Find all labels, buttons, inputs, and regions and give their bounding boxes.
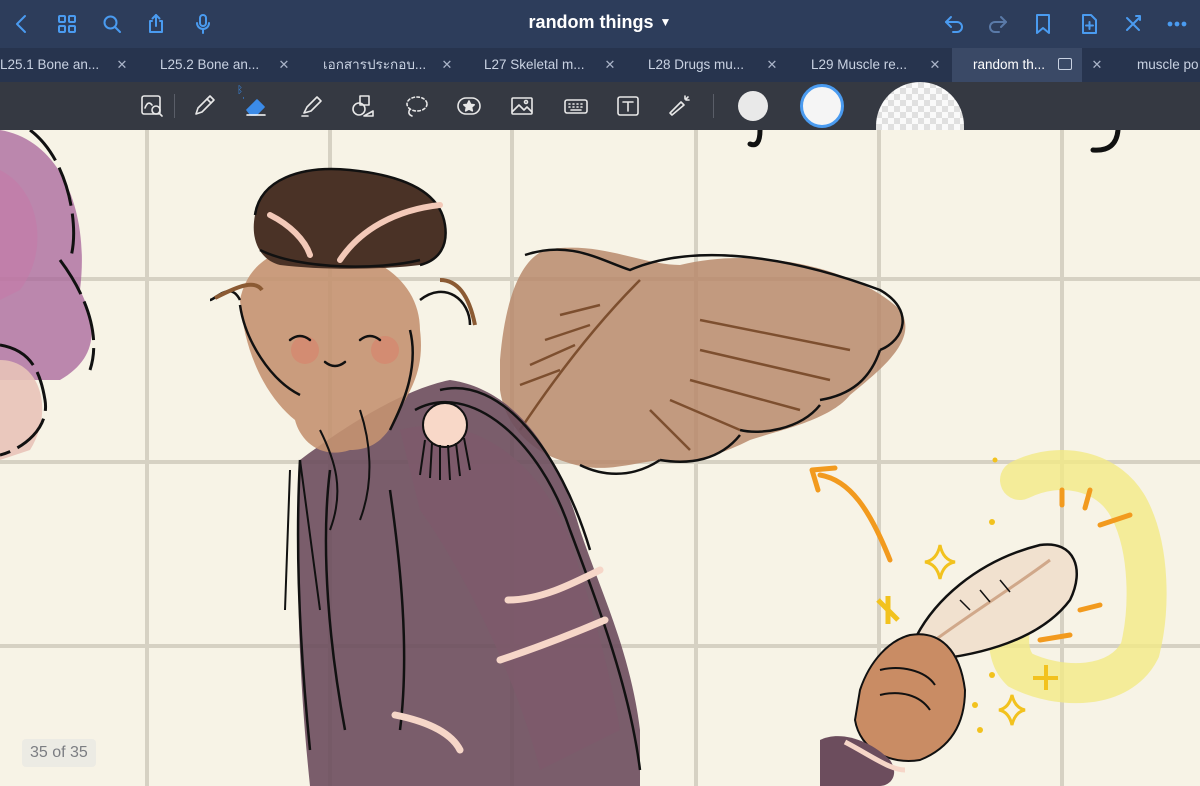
toolbar-divider: [713, 94, 714, 118]
lasso-icon[interactable]: [401, 91, 431, 121]
size-option-medium[interactable]: [800, 84, 844, 128]
highlighter-icon[interactable]: [296, 91, 326, 121]
toolbar-divider: [174, 94, 175, 118]
keyboard-icon[interactable]: [561, 91, 591, 121]
tab-label: L25.2 Bone an...: [160, 57, 260, 72]
tab-label: L25.1 Bone an...: [0, 57, 100, 72]
lasso-zoom-icon[interactable]: [137, 91, 167, 121]
more-icon[interactable]: [1163, 10, 1191, 38]
tab-label: L29 Muscle re...: [811, 57, 908, 72]
tab-l28[interactable]: L28 Drugs mu...: [648, 48, 758, 82]
split-view-icon[interactable]: [1058, 58, 1072, 70]
tab-l27[interactable]: L27 Skeletal m...: [484, 48, 594, 82]
drawing-toolbar: ᛒ: [0, 82, 1200, 130]
close-icon[interactable]: ✕: [440, 48, 454, 82]
tab-random-things[interactable]: random th...: [952, 48, 1082, 82]
tab-l29[interactable]: L29 Muscle re...: [811, 48, 921, 82]
tab-thai-document[interactable]: เอกสารประกอบ...: [323, 48, 433, 82]
tab-bar: L25.1 Bone an... ✕ L25.2 Bone an... ✕ เอ…: [0, 48, 1200, 82]
close-icon[interactable]: ✕: [115, 48, 129, 82]
tab-l25-2[interactable]: L25.2 Bone an...: [160, 48, 270, 82]
sticker-icon[interactable]: [454, 91, 484, 121]
close-tool-icon[interactable]: [1119, 10, 1147, 38]
document-title[interactable]: random things ▼: [0, 12, 1200, 33]
sketch-drawing: [0, 130, 1200, 786]
hand: [820, 633, 967, 786]
page-counter: 35 of 35: [22, 739, 96, 767]
wing: [500, 247, 906, 475]
chevron-down-icon[interactable]: ▼: [660, 15, 672, 29]
tab-l25-1[interactable]: L25.1 Bone an...: [0, 48, 100, 82]
close-icon[interactable]: ✕: [1090, 48, 1104, 82]
drawing-canvas[interactable]: [0, 130, 1200, 786]
bluetooth-icon: ᛒ: [237, 85, 243, 96]
tab-label: L27 Skeletal m...: [484, 57, 585, 72]
undo-icon[interactable]: [940, 10, 968, 38]
text-icon[interactable]: [613, 91, 643, 121]
tab-muscle-po[interactable]: muscle po: [1137, 48, 1200, 82]
add-page-icon[interactable]: [1075, 10, 1103, 38]
pen-icon[interactable]: [189, 91, 219, 121]
size-option-small[interactable]: [738, 91, 768, 121]
bookmark-icon[interactable]: [1029, 10, 1057, 38]
size-option-large[interactable]: [876, 82, 964, 130]
eraser-icon[interactable]: ᛒ: [237, 85, 271, 121]
tab-label: random th...: [973, 57, 1046, 72]
top-bar: random things ▼: [0, 0, 1200, 48]
left-figure: [0, 130, 96, 460]
tab-label: เอกสารประกอบ...: [323, 57, 427, 72]
character-hat: [253, 167, 447, 269]
tab-label: muscle po: [1137, 57, 1199, 72]
shapes-icon[interactable]: [348, 91, 378, 121]
close-icon[interactable]: ✕: [277, 48, 291, 82]
close-icon[interactable]: ✕: [603, 48, 617, 82]
tab-label: L28 Drugs mu...: [648, 57, 745, 72]
laser-pointer-icon[interactable]: [665, 91, 695, 121]
image-icon[interactable]: [507, 91, 537, 121]
close-icon[interactable]: ✕: [765, 48, 779, 82]
close-icon[interactable]: ✕: [928, 48, 942, 82]
redo-icon[interactable]: [984, 10, 1012, 38]
